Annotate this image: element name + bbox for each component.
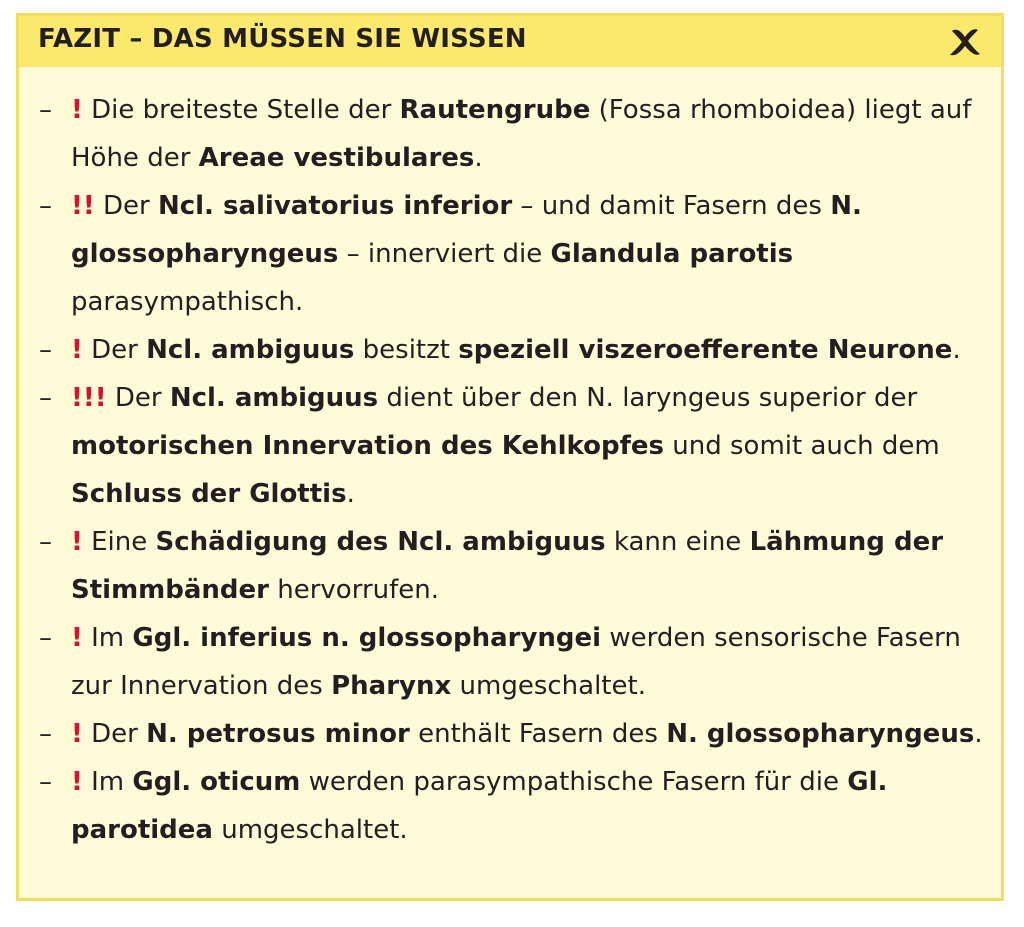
bullet-dash: – — [39, 383, 52, 413]
summary-title: FAZIT – DAS MÜSSEN SIE WISSEN — [38, 24, 527, 54]
bullet-dash: – — [39, 335, 52, 365]
item-text: Der — [91, 335, 147, 365]
bold-term: Ggl. inferius n. glossopharyngei — [132, 623, 602, 653]
item-text: kann eine — [605, 527, 750, 557]
importance-marker: ! — [71, 719, 83, 749]
item-text: werden parasympathische Fasern für die — [300, 767, 848, 797]
summary-box: FAZIT – DAS MÜSSEN SIE WISSEN –! Die bre… — [16, 13, 1004, 901]
item-text: hervorrufen. — [268, 575, 439, 605]
summary-header: FAZIT – DAS MÜSSEN SIE WISSEN — [19, 16, 1001, 67]
list-item: –!! Der Ncl. salivatorius inferior – und… — [39, 182, 984, 326]
item-text: Im — [91, 623, 133, 653]
bold-term: speziell viszeroefferente Neurone — [458, 335, 953, 365]
bullet-dash: – — [39, 719, 52, 749]
bold-term: Areae vestibulares — [198, 143, 475, 173]
importance-marker: ! — [71, 335, 83, 365]
item-text: enthält Fasern des — [409, 719, 667, 749]
bold-term: Schluss der Glottis — [71, 479, 347, 509]
importance-marker: ! — [71, 623, 83, 653]
item-text: besitzt — [354, 335, 459, 365]
list-item: –! Im Ggl. oticum werden parasympathisch… — [39, 758, 984, 854]
bullet-dash: – — [39, 623, 52, 653]
cross-x-icon — [950, 29, 980, 56]
item-text: Die breiteste Stelle der — [91, 95, 400, 125]
bold-term: Pharynx — [331, 671, 452, 701]
bold-term: Ggl. oticum — [132, 767, 301, 797]
item-text: parasympathisch. — [71, 287, 304, 317]
importance-marker: !! — [71, 191, 95, 221]
importance-marker: !!! — [71, 383, 107, 413]
importance-marker: ! — [71, 767, 83, 797]
item-text: – innerviert die — [338, 239, 551, 269]
bold-term: N. petrosus minor — [146, 719, 410, 749]
item-text: Der — [114, 383, 170, 413]
bold-term: Ncl. ambiguus — [146, 335, 355, 365]
importance-marker: ! — [71, 95, 83, 125]
fact-list: –! Die breiteste Stelle der Rautengrube … — [39, 86, 984, 854]
importance-marker: ! — [71, 527, 83, 557]
item-text: dient über den N. laryngeus superior der — [378, 383, 918, 413]
bullet-dash: – — [39, 95, 52, 125]
item-text: . — [952, 335, 961, 365]
item-text: Eine — [91, 527, 156, 557]
item-text: . — [974, 719, 983, 749]
list-item: –! Eine Schädigung des Ncl. ambiguus kan… — [39, 518, 984, 614]
item-text: . — [474, 143, 483, 173]
item-text: und somit auch dem — [664, 431, 940, 461]
list-item: –! Im Ggl. inferius n. glossopharyngei w… — [39, 614, 984, 710]
item-text: umgeschaltet. — [451, 671, 646, 701]
list-item: –!!! Der Ncl. ambiguus dient über den N.… — [39, 374, 984, 518]
item-text: Der — [91, 719, 147, 749]
item-text: – und damit Fasern des — [512, 191, 831, 221]
bold-term: N. glossopharyngeus — [666, 719, 975, 749]
bullet-dash: – — [39, 191, 52, 221]
bold-term: Schädigung des Ncl. ambiguus — [155, 527, 606, 557]
bold-term: motorischen Innervation des Kehlkopfes — [71, 431, 664, 461]
item-text: . — [346, 479, 355, 509]
bold-term: Glandula parotis — [550, 239, 794, 269]
bold-term: Ncl. salivatorius inferior — [157, 191, 513, 221]
list-item: –! Der Ncl. ambiguus besitzt speziell vi… — [39, 326, 984, 374]
item-text: Der — [102, 191, 158, 221]
bold-term: Rautengrube — [399, 95, 591, 125]
bullet-dash: – — [39, 767, 52, 797]
list-item: –! Der N. petrosus minor enthält Fasern … — [39, 710, 984, 758]
bold-term: Ncl. ambiguus — [169, 383, 379, 413]
list-item: –! Die breiteste Stelle der Rautengrube … — [39, 86, 984, 182]
item-text: Im — [91, 767, 133, 797]
bullet-dash: – — [39, 527, 52, 557]
item-text: umgeschaltet. — [212, 815, 408, 845]
